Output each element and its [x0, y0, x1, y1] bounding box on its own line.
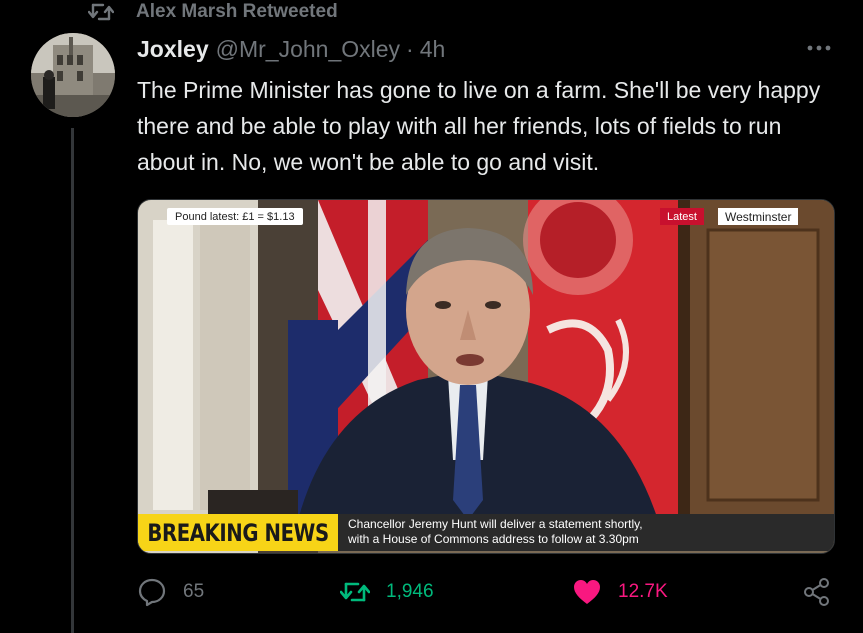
- share-button[interactable]: [802, 572, 848, 612]
- avatar-image: [31, 33, 115, 117]
- caption-line-2: with a House of Commons address to follo…: [348, 532, 639, 546]
- user-handle[interactable]: @Mr_John_Oxley: [216, 36, 400, 63]
- caption-line-1: Chancellor Jeremy Hunt will deliver a st…: [348, 517, 643, 531]
- retweet-count: 1,946: [386, 581, 434, 602]
- tweet-actions: 65 1,946 12.7K: [137, 572, 837, 612]
- pound-ticker: Pound latest: £1 = $1.13: [167, 208, 303, 225]
- retweet-icon: [88, 3, 114, 21]
- separator-dot: ·: [406, 35, 414, 62]
- like-button[interactable]: 12.7K: [572, 572, 668, 612]
- breaking-news-banner: BREAKING NEWS: [138, 514, 339, 551]
- social-context-label: Alex Marsh Retweeted: [136, 1, 338, 22]
- media-image: [138, 200, 834, 553]
- latest-tag: Latest: [660, 208, 704, 225]
- avatar[interactable]: [31, 33, 115, 117]
- timestamp[interactable]: 4h: [420, 36, 446, 63]
- more-options-button[interactable]: [805, 38, 833, 58]
- retweet-button[interactable]: 1,946: [340, 572, 434, 612]
- reply-icon: [138, 578, 166, 607]
- social-context[interactable]: Alex Marsh Retweeted: [88, 0, 338, 24]
- location-tag: Westminster: [718, 208, 799, 225]
- more-icon: [807, 45, 831, 51]
- reply-count: 65: [183, 581, 205, 602]
- breaking-news-caption: Chancellor Jeremy Hunt will deliver a st…: [338, 514, 834, 551]
- tweet-media[interactable]: Pound latest: £1 = $1.13 Latest Westmins…: [137, 199, 835, 554]
- tweet-header: Joxley @Mr_John_Oxley · 4h: [137, 34, 445, 64]
- retweet-icon: [340, 582, 370, 602]
- thread-line: [71, 128, 74, 633]
- display-name[interactable]: Joxley: [137, 36, 209, 63]
- reply-button[interactable]: 65: [137, 572, 204, 612]
- like-count: 12.7K: [618, 581, 668, 602]
- heart-icon: [574, 580, 600, 604]
- share-icon: [804, 578, 829, 606]
- tweet-text: The Prime Minister has gone to live on a…: [137, 77, 821, 175]
